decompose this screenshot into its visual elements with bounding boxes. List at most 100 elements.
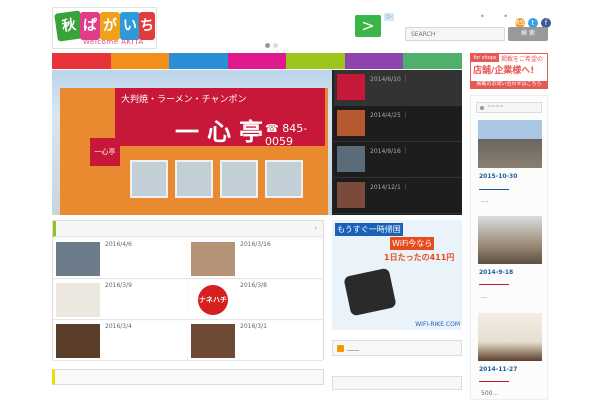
wifi-device-image	[343, 267, 397, 317]
divider	[479, 284, 509, 285]
slider-thumb	[337, 110, 365, 136]
logo-char-3: が	[100, 12, 120, 40]
article-thumb	[191, 242, 235, 276]
divider	[479, 189, 509, 190]
section-header	[52, 369, 324, 385]
shop-window	[175, 160, 213, 198]
logo-tagline: Welcome AKITA	[83, 38, 144, 46]
shop-awning: 大判焼・ラーメン・チャンポン 一心亭 ☎ 845-0059	[115, 88, 325, 148]
wifi-ad-line1: もうすぐ一時帰国	[335, 223, 403, 236]
rss-feed-title: ____	[347, 344, 359, 351]
article-date: 2016/3/8	[240, 282, 267, 289]
article-badge: ナネハチ	[198, 285, 228, 315]
shop-window	[220, 160, 258, 198]
header-carousel-dots[interactable]	[265, 33, 281, 52]
slider-item-date: 2014/12/1 ｜	[370, 184, 409, 191]
article-date: 2016/4/6	[105, 241, 132, 248]
article-card[interactable]: 2016/3/9	[53, 280, 187, 320]
slider-item[interactable]: 2014/9/16 ｜	[334, 142, 462, 178]
sidebar-item-text: ....	[481, 197, 489, 204]
article-thumb	[56, 242, 100, 276]
carousel-dot[interactable]	[273, 43, 278, 48]
banner-tag: for shops	[471, 54, 499, 62]
wifi-ad-banner[interactable]: もうすぐ一時帰国 WiFi今なら 1日たったの411円 WIFI-RIKE.CO…	[332, 220, 462, 330]
slider-item-date: 2014/6/10 ｜	[370, 76, 409, 83]
slider-thumb	[337, 182, 365, 208]
awning-shop-name: 一心亭	[175, 118, 271, 146]
category-nav	[52, 53, 463, 69]
banner-line2: 店舗/企業様へ!	[473, 66, 535, 76]
shop-side-sign: 一心亭	[90, 138, 120, 166]
article-card[interactable]: 2016/3/16	[188, 239, 322, 279]
search-button[interactable]: 検 索	[508, 27, 548, 41]
banner-line1: 掲載をご希望の	[501, 56, 544, 63]
nav-item-2[interactable]	[110, 53, 170, 69]
widget-box	[332, 376, 462, 390]
sidebar-header: ~~~~	[476, 102, 542, 113]
slider-thumb	[337, 74, 365, 100]
slider-list: 2014/6/10 ｜ 2014/4/25 ｜ 2014/9/16 ｜ 2014…	[334, 70, 462, 215]
awning-subtitle: 大判焼・ラーメン・チャンポン	[121, 95, 247, 105]
header-dots: • •	[480, 12, 516, 21]
sidebar-item-image[interactable]	[478, 313, 542, 361]
slider-item[interactable]: 2014/6/10 ｜	[334, 70, 462, 106]
shop-window	[265, 160, 303, 198]
wifi-ad-line3: 1日たったの411円	[384, 253, 455, 262]
shop-listing-banner[interactable]: for shops 掲載をご希望の 店舗/企業様へ! 掲載のお問い合わせはこちら	[470, 53, 548, 89]
slider-item[interactable]: 2014/4/25 ｜	[334, 106, 462, 142]
article-date: 2016/3/4	[105, 323, 132, 330]
article-grid-header: ›	[53, 221, 323, 237]
banner-line3: 掲載のお問い合わせはこちら	[471, 81, 547, 88]
nav-item-3[interactable]	[169, 53, 228, 69]
logo-char-4: い	[120, 12, 140, 40]
nav-item-6[interactable]	[344, 53, 404, 69]
logo-char-5: ち	[139, 12, 155, 40]
sidebar-item-text: ...	[481, 293, 487, 300]
article-date: 2016/3/16	[240, 241, 271, 248]
divider	[479, 381, 509, 382]
article-card[interactable]: ナネハチ 2016/3/8	[188, 280, 322, 320]
sidebar-item-date[interactable]: 2015-10-30	[479, 173, 517, 180]
article-date: 2016/3/1	[240, 323, 267, 330]
article-card[interactable]: 2016/3/1	[188, 321, 322, 361]
article-date: 2016/3/9	[105, 282, 132, 289]
nav-item-5[interactable]	[286, 53, 345, 69]
sidebar-item-date[interactable]: 2014-9-18	[479, 269, 513, 276]
slider-item-date: 2014/4/25 ｜	[370, 112, 409, 119]
slider-main-photo[interactable]: 大判焼・ラーメン・チャンポン 一心亭 ☎ 845-0059 一心亭	[52, 70, 332, 215]
carousel-dot-active[interactable]	[265, 43, 270, 48]
search-input[interactable]	[405, 27, 505, 41]
adchoice-icon[interactable]: ▷	[384, 13, 394, 21]
sidebar-item-date[interactable]: 2014-11-27	[479, 366, 517, 373]
article-thumb: ナネハチ	[191, 283, 235, 317]
wifi-ad-line2: WiFi今なら	[390, 237, 435, 250]
ad-arrow-button[interactable]: >	[355, 15, 381, 37]
sidebar-header-text: ~~~~	[487, 104, 504, 110]
article-card[interactable]: 2016/4/6	[53, 239, 187, 279]
sidebar-item-text: 500...	[481, 390, 499, 397]
rss-icon	[337, 345, 344, 352]
article-thumb	[191, 324, 235, 358]
awning-phone: ☎ 845-0059	[265, 122, 308, 148]
article-grid: › 2016/4/6 2016/3/16 2016/3/9 ナネハチ 2016/…	[52, 220, 324, 361]
slider-item[interactable]: 2014/12/1 ｜	[334, 178, 462, 214]
wifi-ad-url: WIFI-RIKE.COM	[415, 321, 460, 328]
slider-thumb	[337, 146, 365, 172]
slider-item-date: 2014/9/16 ｜	[370, 148, 409, 155]
nav-item-4[interactable]	[227, 53, 287, 69]
article-thumb	[56, 283, 100, 317]
article-card[interactable]: 2016/3/4	[53, 321, 187, 361]
chevron-right-icon[interactable]: ›	[314, 224, 317, 232]
logo-char-2: ぱ	[80, 12, 100, 40]
article-thumb	[56, 324, 100, 358]
sidebar-item-image[interactable]	[478, 120, 542, 168]
site-logo[interactable]: 秋 ぱ が い ち Welcome AKITA	[52, 7, 157, 49]
featured-slider[interactable]: 大判焼・ラーメン・チャンポン 一心亭 ☎ 845-0059 一心亭 2014/6…	[52, 70, 462, 215]
sidebar-item-image[interactable]	[478, 216, 542, 264]
nav-item-1[interactable]	[52, 53, 111, 69]
nav-item-7[interactable]	[403, 53, 463, 69]
shop-window	[130, 160, 168, 198]
building-facade: 大判焼・ラーメン・チャンポン 一心亭 ☎ 845-0059 一心亭	[60, 88, 328, 215]
bullet-icon	[480, 106, 484, 110]
rss-feed-box[interactable]: ____	[332, 340, 462, 356]
